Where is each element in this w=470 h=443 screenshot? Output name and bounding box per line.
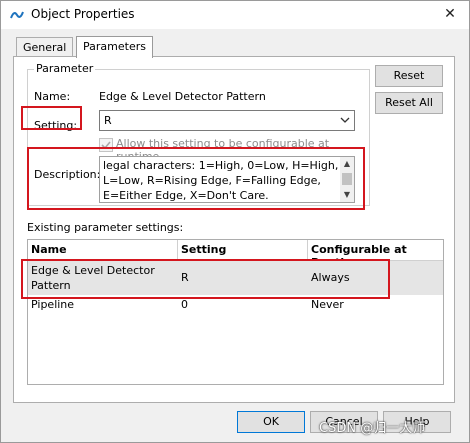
tab-general[interactable]: General (16, 37, 74, 57)
description-label: Description: (34, 168, 101, 181)
object-properties-dialog: Object Properties ✕ General Parameters P… (0, 0, 470, 443)
existing-settings-table: Name Setting Configurable at Runtime Edg… (27, 239, 444, 385)
row-name-cell: Edge & Level Detector Pattern (31, 263, 155, 293)
row-runtime-cell: Never (311, 298, 344, 311)
row-setting-cell: 0 (181, 298, 188, 311)
description-line: L=Low, R=Rising Edge, F=Falling Edge, (103, 174, 321, 187)
row-name-cell: Pipeline (31, 298, 75, 311)
row-runtime-cell: Always (311, 271, 350, 284)
parameter-group-label: Parameter (34, 62, 96, 75)
window-title: Object Properties (31, 7, 135, 21)
ok-button[interactable]: OK (237, 411, 305, 433)
check-icon (101, 141, 111, 150)
description-line: legal characters: 1=High, 0=Low, H=High, (103, 159, 339, 172)
reset-all-button[interactable]: Reset All (375, 92, 443, 114)
reset-button[interactable]: Reset (375, 65, 443, 87)
column-divider[interactable] (307, 240, 308, 260)
table-row[interactable]: Pipeline 0 Never (28, 296, 443, 316)
scroll-up-icon[interactable]: ▲ (340, 157, 354, 171)
chevron-down-icon (340, 117, 350, 123)
close-icon[interactable]: ✕ (441, 5, 459, 23)
description-scrollbar[interactable]: ▲ ▼ (340, 157, 354, 202)
row-name-line: Edge & Level Detector (31, 264, 155, 277)
name-value: Edge & Level Detector Pattern (99, 90, 266, 103)
runtime-checkbox[interactable] (99, 138, 113, 152)
scrollbar-thumb[interactable] (342, 173, 352, 185)
parameters-panel: Parameter Name: Edge & Level Detector Pa… (13, 56, 455, 403)
tab-parameters[interactable]: Parameters (76, 36, 153, 58)
column-divider[interactable] (177, 240, 178, 260)
existing-settings-label: Existing parameter settings: (27, 221, 184, 234)
name-label: Name: (34, 90, 71, 103)
app-icon (10, 11, 24, 19)
description-line: E=Either Edge, X=Don't Care. (103, 189, 269, 202)
scroll-down-icon[interactable]: ▼ (340, 188, 354, 202)
setting-combobox[interactable]: R (99, 110, 355, 131)
row-name-line: Pattern (31, 279, 71, 292)
watermark-text: CSDN @归一大师 (319, 421, 426, 436)
table-header: Name Setting Configurable at Runtime (28, 240, 443, 269)
setting-value: R (104, 114, 112, 127)
description-textbox[interactable]: legal characters: 1=High, 0=Low, H=High,… (99, 156, 355, 203)
row-setting-cell: R (181, 271, 189, 284)
column-header-setting[interactable]: Setting (181, 243, 226, 256)
setting-label: Setting: (34, 119, 78, 132)
description-text: legal characters: 1=High, 0=Low, H=High,… (103, 158, 338, 203)
table-row[interactable]: Edge & Level Detector Pattern R Always (28, 261, 443, 295)
parameter-groupbox: Parameter Name: Edge & Level Detector Pa… (27, 62, 370, 206)
column-header-name[interactable]: Name (31, 243, 67, 256)
title-bar: Object Properties ✕ (1, 1, 469, 29)
